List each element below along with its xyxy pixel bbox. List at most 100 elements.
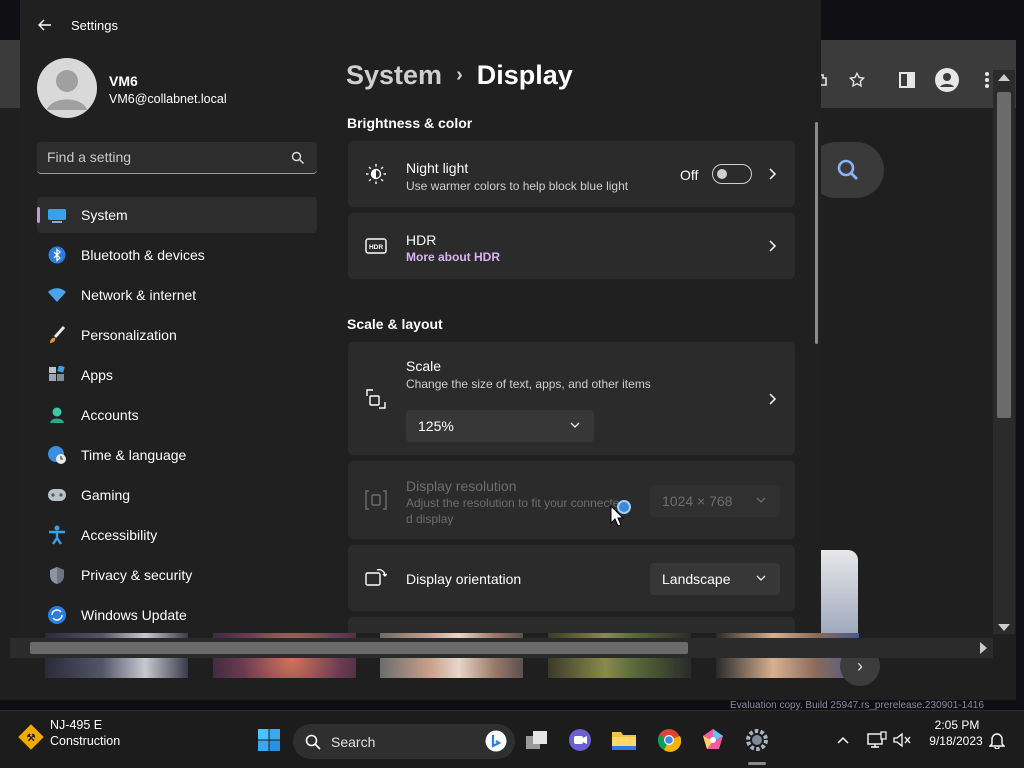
scale-dropdown[interactable]: 125% [406, 410, 594, 442]
toggle-state-label: Off [680, 167, 699, 183]
browser-horizontal-scrollbar[interactable] [10, 638, 993, 658]
taskbar-search-label: Search [331, 734, 376, 750]
chevron-up-icon[interactable] [829, 724, 857, 756]
video-card[interactable] [818, 550, 858, 640]
scroll-up-arrow-icon[interactable] [998, 74, 1010, 81]
wifi-icon [47, 285, 67, 305]
display-resolution-subtitle-cont: d display [406, 512, 454, 526]
sidebar-item-apps[interactable]: Apps [37, 357, 317, 393]
orientation-dropdown[interactable]: Landscape [650, 563, 780, 595]
sidebar-item-label: Accounts [81, 407, 139, 423]
scroll-thumb[interactable] [997, 92, 1011, 418]
clock-date[interactable]: 9/18/2023 [924, 734, 988, 748]
volume-muted-icon[interactable] [889, 724, 915, 756]
browser-vertical-scrollbar[interactable] [993, 70, 1015, 634]
active-app-indicator [748, 762, 766, 765]
globe-clock-icon [47, 445, 67, 465]
taskbar-search[interactable]: Search [293, 724, 515, 759]
section-heading: Brightness & color [347, 115, 473, 131]
start-icon[interactable] [253, 724, 285, 756]
night-light-toggle[interactable] [712, 164, 752, 184]
sidebar-item-accessibility[interactable]: Accessibility [37, 517, 317, 553]
chrome-icon[interactable] [653, 724, 685, 756]
scroll-right-arrow-icon[interactable] [980, 642, 987, 654]
update-icon [47, 605, 67, 625]
sidebar-item-label: Apps [81, 367, 113, 383]
hdr-card[interactable]: HDR HDR More about HDR [348, 213, 795, 279]
breadcrumb-separator: › [456, 64, 463, 86]
clock-time[interactable]: 2:05 PM [928, 718, 986, 732]
sidebar-item-network[interactable]: Network & internet [37, 277, 317, 313]
side-panel-icon[interactable] [893, 66, 921, 94]
mouse-cursor-icon [610, 505, 624, 527]
task-view-icon[interactable] [521, 724, 553, 756]
svg-text:⚒: ⚒ [27, 733, 36, 744]
sidebar-item-personalization[interactable]: Personalization [37, 317, 317, 353]
scale-title: Scale [406, 358, 442, 374]
back-button[interactable] [34, 14, 56, 36]
settings-search[interactable] [37, 142, 317, 174]
display-orientation-card[interactable]: Display orientation Landscape [348, 545, 795, 611]
sidebar-item-system[interactable]: System [37, 197, 317, 233]
file-explorer-icon[interactable] [608, 724, 640, 756]
sidebar-item-label: Time & language [81, 447, 187, 463]
scale-value: 125% [418, 418, 454, 434]
shield-icon [47, 565, 67, 585]
hdr-title: HDR [406, 232, 437, 248]
brush-icon [47, 325, 67, 345]
sidebar-item-privacy[interactable]: Privacy & security [37, 557, 317, 593]
active-indicator [37, 207, 40, 223]
sidebar-item-windows-update[interactable]: Windows Update [37, 597, 317, 633]
scroll-down-arrow-icon[interactable] [998, 624, 1010, 631]
resolution-icon [364, 488, 388, 512]
night-light-card[interactable]: Night light Use warmer colors to help bl… [348, 141, 795, 207]
settings-icon[interactable] [741, 724, 773, 756]
copilot-icon[interactable] [697, 724, 729, 756]
network-icon[interactable] [863, 724, 891, 756]
settings-window: Settings VM6 VM6@collabnet.local System … [20, 0, 821, 633]
gamepad-icon [47, 485, 67, 505]
search-icon[interactable] [291, 151, 305, 165]
sidebar-item-label: Privacy & security [81, 567, 193, 583]
sidebar-item-time-language[interactable]: Time & language [37, 437, 317, 473]
chevron-right-icon [769, 240, 777, 252]
display-resolution-card: Display resolution Adjust the resolution… [348, 461, 795, 539]
svg-text:HDR: HDR [369, 244, 383, 251]
search-input[interactable] [47, 149, 277, 165]
bing-icon[interactable] [485, 730, 507, 752]
notification-bell-icon[interactable] [984, 724, 1010, 756]
sidebar-item-bluetooth[interactable]: Bluetooth & devices [37, 237, 317, 273]
chevron-right-icon [769, 393, 777, 405]
display-resolution-title: Display resolution [406, 478, 517, 494]
profile-icon[interactable] [933, 66, 961, 94]
hdr-icon: HDR [364, 234, 388, 258]
weather-widget-subtitle[interactable]: Construction [50, 734, 120, 748]
sidebar-item-label: Bluetooth & devices [81, 247, 205, 263]
display-resolution-subtitle: Adjust the resolution to fit your connec… [406, 496, 620, 510]
accessibility-icon [47, 525, 67, 545]
sidebar-item-gaming[interactable]: Gaming [37, 477, 317, 513]
more-about-hdr-link[interactable]: More about HDR [406, 250, 500, 264]
settings-scrollbar[interactable] [815, 122, 818, 344]
night-light-subtitle: Use warmer colors to help block blue lig… [406, 179, 629, 193]
avatar[interactable] [37, 58, 97, 118]
chevron-right-icon [769, 168, 777, 180]
scale-subtitle: Change the size of text, apps, and other… [406, 377, 651, 391]
user-silhouette-icon [47, 70, 87, 110]
next-setting-card[interactable] [348, 617, 795, 633]
orientation-icon [364, 566, 388, 590]
sidebar-item-accounts[interactable]: Accounts [37, 397, 317, 433]
weather-widget-title[interactable]: NJ-495 E [50, 718, 102, 732]
traffic-warning-icon[interactable]: ⚒ [18, 724, 44, 750]
scroll-thumb[interactable] [30, 642, 688, 654]
breadcrumb-parent[interactable]: System [346, 60, 442, 91]
sidebar-item-label: Windows Update [81, 607, 187, 623]
taskbar: ⚒ NJ-495 E Construction Search 2:05 PM 9… [0, 710, 1024, 768]
chevron-down-icon [756, 497, 766, 503]
page-title: Display [476, 60, 573, 90]
sidebar-item-label: Accessibility [81, 527, 158, 543]
scale-card[interactable]: Scale Change the size of text, apps, and… [348, 342, 795, 455]
apps-icon [47, 365, 67, 385]
teams-icon[interactable] [564, 724, 596, 756]
bookmark-star-icon[interactable] [843, 66, 871, 94]
